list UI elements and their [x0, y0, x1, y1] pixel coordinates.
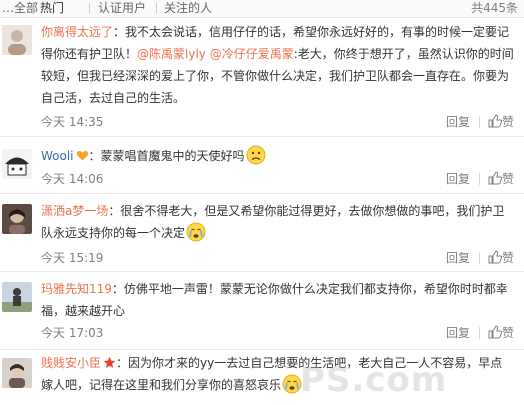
comment-text: 蒙蒙唱首魔鬼中的天使好吗 [100, 149, 245, 163]
comment-separator: ： [88, 149, 101, 163]
like-label: 赞 [501, 115, 514, 129]
action-divider [479, 116, 480, 128]
tab-divider [156, 3, 157, 14]
mention-link[interactable]: @陈禹蒙lyly [137, 47, 206, 61]
comment-username[interactable]: Wooli [41, 149, 74, 163]
comment-separator: ： [111, 282, 124, 296]
comment-actions: 回复 赞 [434, 171, 514, 187]
like-button[interactable]: 赞 [488, 325, 514, 341]
avatar-user-icon [2, 149, 32, 179]
comment-body: 你离得太远了：我不太会说话，信用仔仔的话，希望你永远好好的，有事的时候一定要记得… [41, 21, 514, 109]
comment-item: 你离得太远了：我不太会说话，信用仔仔的话，希望你永远好好的，有事的时候一定要记得… [0, 19, 524, 137]
reply-button[interactable]: 回复 [446, 171, 470, 187]
reply-button[interactable]: 回复 [446, 250, 470, 266]
comment-time: 今天 14:06 [41, 172, 104, 186]
comment-item: Wooli ：蒙蒙唱首魔鬼中的天使好吗 今天 14:06 回复 赞 [0, 137, 524, 194]
thumbs-up-icon [488, 114, 502, 128]
mention-link[interactable]: @冷仔仔爱禹蒙 [210, 47, 294, 61]
comment-filter-tabs: …全部 热门 认证用户 关注的人 共445条 [0, 0, 524, 18]
comment-body: 潇洒a梦一场：很舍不得老大，但是又希望你能过得更好，去做你想做的事吧，我们护卫队… [41, 200, 514, 244]
comment-time: 今天 14:35 [41, 115, 104, 129]
comment-actions: 回复 赞 [434, 325, 514, 341]
avatar-user-icon [2, 204, 32, 234]
like-label: 赞 [501, 326, 514, 340]
action-divider [479, 173, 480, 185]
like-button[interactable]: 赞 [488, 250, 514, 266]
sad-face-icon [246, 145, 265, 165]
avatar[interactable] [2, 149, 32, 179]
comment-username[interactable]: 玛雅先知119 [41, 282, 112, 296]
avatar-user-icon [2, 282, 32, 312]
thumbs-up-icon [488, 171, 502, 185]
thumbs-up-icon [488, 325, 502, 339]
avatar[interactable] [2, 204, 32, 234]
comment-time: 今天 15:19 [41, 251, 104, 265]
avatar[interactable] [2, 25, 32, 55]
comment-separator: ： [113, 25, 126, 39]
comment-body: 玛雅先知119：仿佛平地一声雷！蒙蒙无论你做什么决定我们都支持你，希望你时时都幸… [41, 278, 514, 322]
comment-item: 潇洒a梦一场：很舍不得老大，但是又希望你能过得更好，去做你想做的事吧，我们护卫队… [0, 194, 524, 272]
like-label: 赞 [501, 172, 514, 186]
reply-button[interactable]: 回复 [446, 114, 470, 130]
avatar-user-icon [2, 25, 32, 55]
action-divider [479, 252, 480, 264]
avatar[interactable] [2, 282, 32, 312]
star-badge-icon [103, 356, 116, 368]
heart-badge-icon [76, 151, 88, 161]
comment-actions: 回复 赞 [434, 250, 514, 266]
like-button[interactable]: 赞 [488, 114, 514, 130]
like-label: 赞 [501, 251, 514, 265]
comment-actions: 回复 赞 [434, 114, 514, 130]
avatar-user-icon [2, 358, 32, 388]
avatar[interactable] [2, 358, 32, 388]
tab-divider [89, 3, 90, 14]
reply-button[interactable]: 回复 [446, 325, 470, 341]
crying-face-icon [186, 222, 206, 242]
comment-item: 玛雅先知119：仿佛平地一声雷！蒙蒙无论你做什么决定我们都支持你，希望你时时都幸… [0, 272, 524, 350]
comment-separator: ： [108, 204, 121, 218]
thumbs-up-icon [488, 250, 502, 264]
comment-separator: ： [116, 356, 129, 370]
comment-username[interactable]: 你离得太远了 [41, 25, 113, 39]
tab-divider [32, 3, 33, 14]
tab-verified-users[interactable]: 认证用户 [98, 0, 146, 16]
watermark: PS.com [300, 360, 448, 400]
comment-username[interactable]: 贱贱安小臣 [41, 356, 101, 370]
tab-hot[interactable]: 热门 [40, 0, 64, 16]
tab-following[interactable]: 关注的人 [164, 0, 212, 16]
comment-time: 今天 17:03 [41, 326, 104, 340]
comment-body: Wooli ：蒙蒙唱首魔鬼中的天使好吗 [41, 145, 514, 167]
comment-total-count: 共445条 [471, 1, 518, 15]
like-button[interactable]: 赞 [488, 171, 514, 187]
comment-username[interactable]: 潇洒a梦一场 [41, 204, 108, 218]
action-divider [479, 327, 480, 339]
